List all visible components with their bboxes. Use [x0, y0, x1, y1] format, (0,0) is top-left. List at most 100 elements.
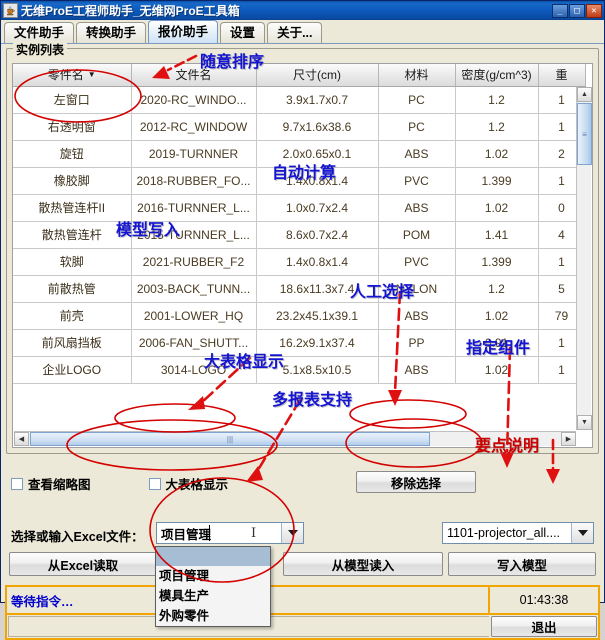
- table-row[interactable]: 右透明窗 2012-RC_WINDOW 9.7x1.6x38.6 PC 1.2 1: [13, 113, 586, 141]
- cell-material: PP: [378, 329, 456, 357]
- exit-button[interactable]: 退出: [491, 616, 597, 637]
- cell-density: 1.399: [455, 248, 539, 276]
- table-row[interactable]: 企业LOGO 3014-LOGO 5.1x8.5x10.5 ABS 1.02 1: [13, 356, 586, 384]
- checkbox-big-table-label: 大表格显示: [165, 478, 229, 492]
- cell-part-name: 软脚: [13, 248, 132, 276]
- cell-size: 3.9x1.7x0.7: [256, 86, 379, 114]
- table-row[interactable]: 散热管连杆II 2016-TURNNER_L... 1.0x0.7x2.4 ABS 1.…: [13, 194, 586, 222]
- scroll-left-arrow-icon[interactable]: ◀: [14, 432, 29, 446]
- column-header-3[interactable]: 材料: [378, 64, 456, 87]
- cell-density: 0.91: [455, 329, 539, 357]
- tab-about[interactable]: 关于...: [267, 22, 323, 43]
- horizontal-scroll-thumb[interactable]: |||: [30, 432, 430, 446]
- remove-selection-button[interactable]: 移除选择: [356, 471, 476, 493]
- tab-file-assistant[interactable]: 文件助手: [4, 22, 75, 43]
- table-row[interactable]: 前散热管 2003-BACK_TUNN... 18.6x11.3x7.4 NYLON 1…: [13, 275, 586, 303]
- action-button-row: 从Excel读取 从模型读入 写入模型: [9, 552, 596, 576]
- scroll-right-arrow-icon[interactable]: ▶: [561, 432, 576, 446]
- read-from-excel-button[interactable]: 从Excel读取: [9, 552, 157, 576]
- dropdown-option-project-management[interactable]: 项目管理: [156, 566, 270, 586]
- table-row[interactable]: 旋钮 2019-TURNNER 2.0x0.65x0.1 ABS 1.02 2: [13, 140, 586, 168]
- cell-file-name: 2012-RC_WINDOW: [131, 113, 257, 141]
- excel-file-combobox[interactable]: 项目管理 I: [156, 522, 304, 544]
- column-header-1[interactable]: 文件名: [131, 64, 257, 87]
- assembly-combobox[interactable]: 1101-projector_all....: [442, 522, 594, 544]
- checkbox-view-thumbnail[interactable]: 查看缩略图: [11, 474, 91, 493]
- cell-density: 1.02: [455, 140, 539, 168]
- scroll-down-arrow-icon[interactable]: ▼: [577, 415, 592, 430]
- checkbox-big-table-box[interactable]: [148, 477, 161, 490]
- table-row[interactable]: 散热管连杆 2015-TURNNER_L... 8.6x0.7x2.4 POM 1.41…: [13, 221, 586, 249]
- cell-material: NYLON: [378, 275, 456, 303]
- tab-convert-assistant[interactable]: 转换助手: [76, 22, 147, 43]
- vertical-scroll-thumb[interactable]: ≡: [577, 103, 592, 165]
- cell-material: ABS: [378, 356, 456, 384]
- cell-part-name: 橡胶脚: [13, 167, 132, 195]
- table-row[interactable]: 橡胶脚 2018-RUBBER_FO... 1.4x0.8x1.4 PVC 1.399 1: [13, 167, 586, 195]
- cell-file-name: 2006-FAN_SHUTT...: [131, 329, 257, 357]
- dropdown-option-blank[interactable]: [156, 547, 270, 566]
- parts-table-container: 零件名 ▼ 文件名 尺寸(cm) 材料 密度(g/cm^3) 重 左窗口 2020-RC_WI…: [12, 63, 593, 448]
- table-horizontal-scrollbar[interactable]: ◀ ||| ▶: [14, 431, 576, 446]
- column-header-label: 密度(g/cm^3): [461, 68, 532, 83]
- table-vertical-scrollbar[interactable]: ▲ ≡ ▼: [576, 87, 592, 430]
- cell-part-name: 左窗口: [13, 86, 132, 114]
- parts-table-header-row: 零件名 ▼ 文件名 尺寸(cm) 材料 密度(g/cm^3) 重: [13, 64, 586, 87]
- dropdown-option-mold-production[interactable]: 模具生产: [156, 586, 270, 606]
- table-row[interactable]: 前风扇挡板 2006-FAN_SHUTT... 16.2x9.1x37.4 PP 0.9…: [13, 329, 586, 357]
- cell-density: 1.02: [455, 302, 539, 330]
- minimize-button[interactable]: _: [552, 3, 568, 18]
- read-from-model-button[interactable]: 从模型读入: [283, 552, 443, 576]
- close-button[interactable]: ✕: [586, 3, 602, 18]
- tab-settings[interactable]: 设置: [220, 22, 266, 43]
- chevron-down-icon: [577, 530, 588, 536]
- cell-part-name: 旋钮: [13, 140, 132, 168]
- excel-file-dropdown-list[interactable]: 项目管理 模具生产 外购零件: [155, 546, 271, 627]
- tab-quote-assistant[interactable]: 报价助手: [148, 20, 219, 43]
- maximize-button[interactable]: □: [569, 3, 585, 18]
- scroll-up-arrow-icon[interactable]: ▲: [577, 87, 592, 102]
- assembly-dropdown-arrow[interactable]: [571, 523, 593, 543]
- cell-material: POM: [378, 221, 456, 249]
- column-header-2[interactable]: 尺寸(cm): [256, 64, 379, 87]
- sort-descending-icon: ▼: [87, 70, 96, 80]
- cell-part-name: 企业LOGO: [13, 356, 132, 384]
- main-panel: 实例列表 零件名 ▼ 文件名 尺寸(cm) 材料 密度(g/cm^3) 重 左窗口 2020-…: [1, 41, 604, 640]
- parts-table-body: 左窗口 2020-RC_WINDO... 3.9x1.7x0.7 PC 1.2 1 右透明窗…: [13, 86, 586, 384]
- table-row[interactable]: 左窗口 2020-RC_WINDO... 3.9x1.7x0.7 PC 1.2 1: [13, 86, 586, 114]
- cell-density: 1.2: [455, 86, 539, 114]
- cell-file-name: 2015-TURNNER_L...: [131, 221, 257, 249]
- cell-density: 1.02: [455, 356, 539, 384]
- cell-part-name: 散热管连杆: [13, 221, 132, 249]
- dropdown-option-purchased-parts[interactable]: 外购零件: [156, 606, 270, 626]
- cell-size: 23.2x45.1x39.1: [256, 302, 379, 330]
- table-row[interactable]: 软脚 2021-RUBBER_F2 1.4x0.8x1.4 PVC 1.399 1: [13, 248, 586, 276]
- cell-size: 16.2x9.1x37.4: [256, 329, 379, 357]
- cell-density: 1.41: [455, 221, 539, 249]
- write-to-model-button[interactable]: 写入模型: [448, 552, 596, 576]
- cell-part-name: 前散热管: [13, 275, 132, 303]
- checkbox-view-thumbnail-box[interactable]: [11, 477, 23, 490]
- column-header-0[interactable]: 零件名 ▼: [13, 64, 132, 87]
- cell-file-name: 2018-RUBBER_FO...: [131, 167, 257, 195]
- column-header-5[interactable]: 重: [538, 64, 586, 87]
- cell-size: 8.6x0.7x2.4: [256, 221, 379, 249]
- cell-material: PVC: [378, 248, 456, 276]
- tab-bar: 文件助手 转换助手 报价助手 设置 关于...: [1, 20, 604, 44]
- cell-file-name: 2001-LOWER_HQ: [131, 302, 257, 330]
- excel-file-input[interactable]: 项目管理: [157, 524, 211, 543]
- title-bar: 无维ProE工程师助手_无维网ProE工具箱 _ □ ✕: [1, 1, 604, 20]
- table-row[interactable]: 前壳 2001-LOWER_HQ 23.2x45.1x39.1 ABS 1.02 79: [13, 302, 586, 330]
- java-coffee-cup-icon: [3, 3, 18, 18]
- cell-part-name: 右透明窗: [13, 113, 132, 141]
- cell-size: 5.1x8.5x10.5: [256, 356, 379, 384]
- excel-file-dropdown-arrow[interactable]: [281, 523, 303, 543]
- checkbox-big-table[interactable]: 大表格显示: [148, 474, 229, 493]
- instance-list-title: 实例列表: [13, 41, 68, 58]
- cell-part-name: 前风扇挡板: [13, 329, 132, 357]
- cell-file-name: 2016-TURNNER_L...: [131, 194, 257, 222]
- cell-file-name: 3014-LOGO: [131, 356, 257, 384]
- column-header-4[interactable]: 密度(g/cm^3): [455, 64, 539, 87]
- application-window: 无维ProE工程师助手_无维网ProE工具箱 _ □ ✕ 文件助手 转换助手 报…: [0, 0, 605, 640]
- column-header-label: 重: [555, 68, 568, 83]
